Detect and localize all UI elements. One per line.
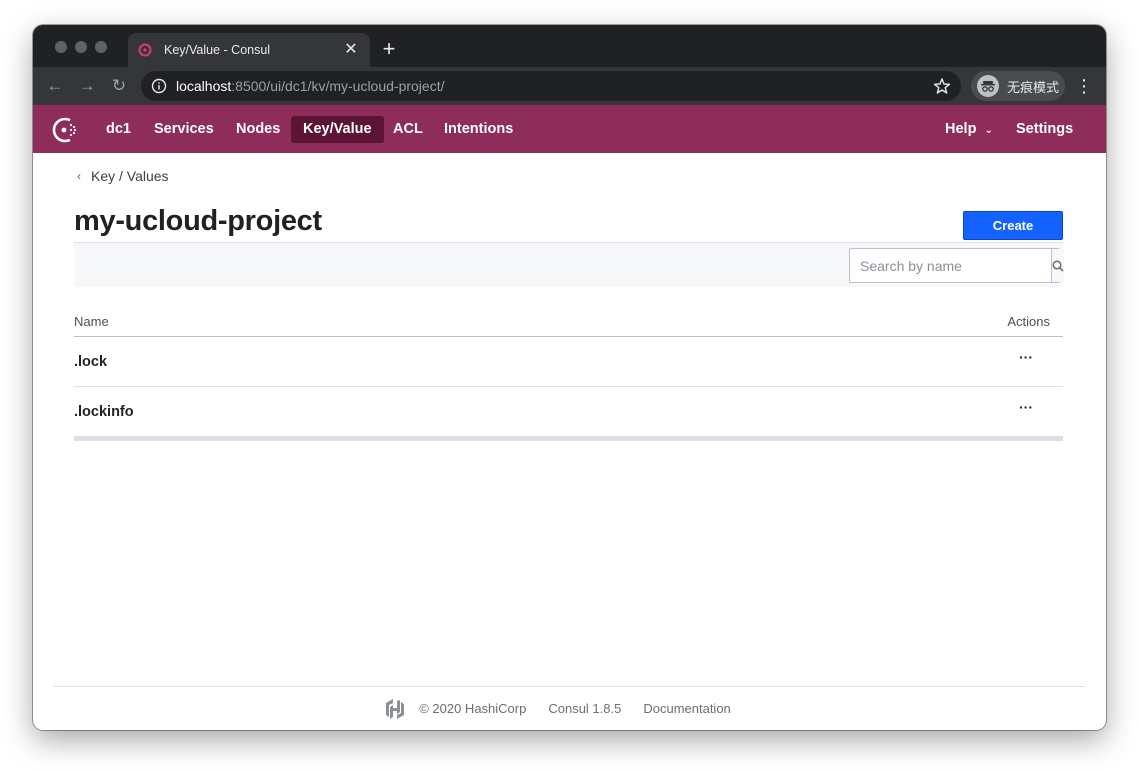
url-host: localhost (176, 78, 232, 94)
search-input[interactable] (850, 249, 1051, 282)
kv-table: Name Actions .lock ··· .lockinfo ··· (74, 311, 1063, 441)
hashicorp-logo-icon (386, 698, 405, 719)
page-title: my-ucloud-project (74, 205, 322, 237)
nav-item-intentions[interactable]: Intentions (432, 116, 525, 143)
footer: © 2020 HashiCorp Consul 1.8.5 Documentat… (53, 686, 1085, 730)
incognito-icon (977, 75, 999, 97)
maximize-window-icon[interactable] (95, 41, 107, 53)
table-row[interactable]: .lock ··· (74, 337, 1063, 387)
incognito-label: 无痕模式 (1007, 79, 1060, 95)
datacenter-selector[interactable]: dc1 (94, 116, 143, 143)
help-menu[interactable]: Help ⌄ (933, 116, 1005, 143)
back-arrow-icon[interactable]: ← (44, 75, 66, 97)
search-icon (1052, 259, 1064, 272)
forward-arrow-icon[interactable]: → (76, 75, 98, 97)
chevron-down-icon: ⌄ (984, 125, 993, 136)
consul-logo-icon[interactable] (51, 116, 79, 144)
table-row[interactable]: .lockinfo ··· (74, 387, 1063, 437)
help-label: Help (945, 121, 977, 137)
tab-strip: Key/Value - Consul ✕ + (33, 25, 1106, 67)
nav-item-settings[interactable]: Settings (1004, 116, 1085, 143)
footer-version: Consul 1.8.5 (548, 701, 622, 716)
browser-window: Key/Value - Consul ✕ + ← → ↻ localhost :… (33, 25, 1106, 730)
row-actions-menu-icon[interactable]: ··· (1015, 350, 1037, 371)
minimize-window-icon[interactable] (75, 41, 87, 53)
search-button[interactable] (1051, 249, 1064, 282)
table-bottom-border (74, 437, 1063, 441)
tab-title: Key/Value - Consul (164, 43, 271, 57)
row-actions-menu-icon[interactable]: ··· (1015, 400, 1037, 421)
nav-item-nodes[interactable]: Nodes (224, 116, 292, 143)
reload-icon[interactable]: ↻ (108, 75, 130, 97)
create-button[interactable]: Create (963, 211, 1063, 240)
column-header-actions: Actions (1007, 314, 1050, 329)
nav-item-key-value[interactable]: Key/Value (291, 116, 384, 143)
search-box (849, 248, 1064, 283)
key-name[interactable]: .lock (74, 354, 107, 370)
nav-item-services[interactable]: Services (142, 116, 226, 143)
filter-bar (74, 242, 1064, 287)
key-name[interactable]: .lockinfo (74, 404, 134, 420)
address-bar[interactable]: localhost :8500/ui/dc1/kv/my-ucloud-proj… (141, 71, 961, 101)
breadcrumb-link[interactable]: Key / Values (91, 168, 169, 184)
column-header-name: Name (74, 314, 109, 329)
bookmark-star-icon[interactable] (933, 77, 951, 95)
consul-nav-bar: dc1 Services Nodes Key/Value ACL Intenti… (33, 105, 1106, 153)
table-header: Name Actions (74, 311, 1063, 337)
new-tab-icon[interactable]: + (378, 38, 400, 60)
incognito-badge[interactable]: 无痕模式 (971, 71, 1065, 101)
browser-menu-icon[interactable]: ⋮ (1075, 75, 1093, 97)
url-path: :8500/ui/dc1/kv/my-ucloud-project/ (231, 78, 445, 94)
browser-toolbar: ← → ↻ localhost :8500/ui/dc1/kv/my-uclou… (33, 67, 1106, 105)
footer-documentation-link[interactable]: Documentation (643, 701, 730, 716)
site-info-icon[interactable] (151, 78, 167, 94)
chevron-left-icon: ‹ (77, 169, 81, 183)
nav-item-acl[interactable]: ACL (381, 116, 435, 143)
consul-favicon-icon (138, 43, 152, 57)
breadcrumb[interactable]: ‹ Key / Values (77, 168, 169, 184)
browser-tab[interactable]: Key/Value - Consul ✕ (128, 33, 370, 67)
footer-copyright: © 2020 HashiCorp (419, 701, 527, 716)
close-window-icon[interactable] (55, 41, 67, 53)
close-tab-icon[interactable]: ✕ (342, 41, 360, 59)
